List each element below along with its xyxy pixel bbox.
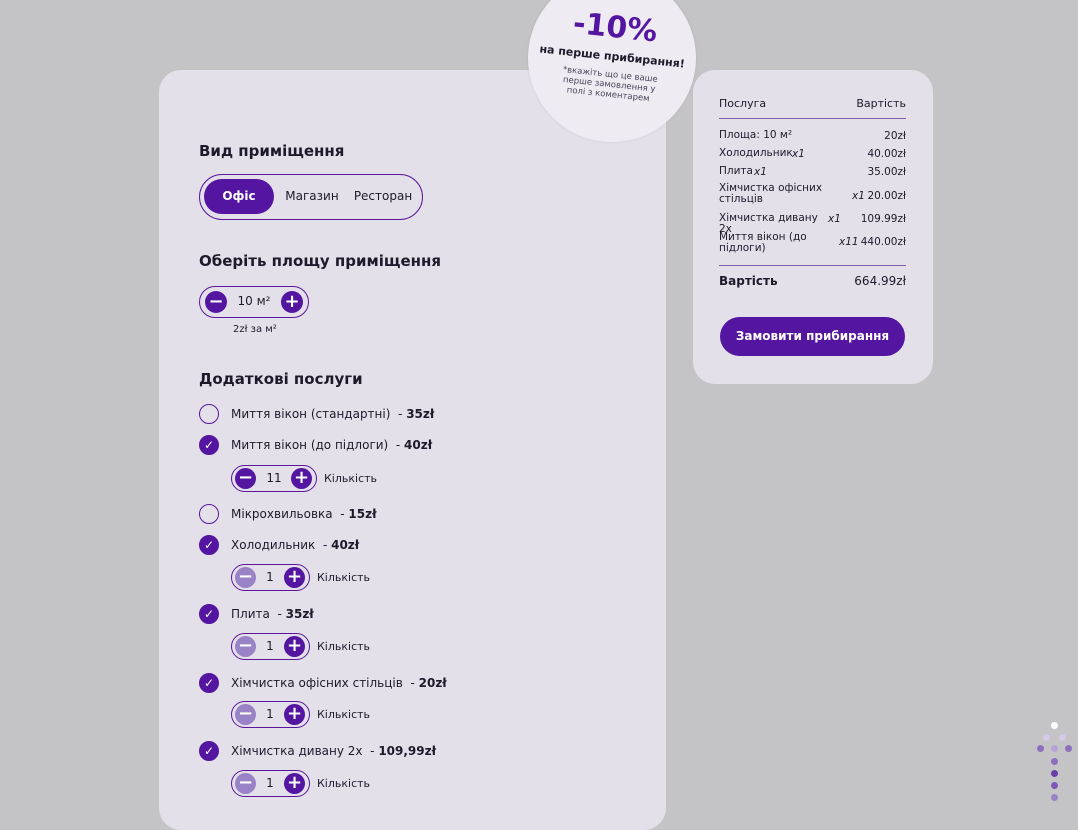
- qty-plus-button[interactable]: +: [284, 566, 305, 588]
- quantity-label: Кількість: [324, 472, 378, 485]
- extra-checkbox[interactable]: [199, 504, 219, 524]
- room-type-office[interactable]: Офіс: [204, 179, 274, 214]
- decorative-dots-icon: [1036, 718, 1074, 808]
- summary-row-name: Площа: 10 м²: [719, 129, 793, 141]
- summary-row-name: Миття вікон (до підлоги): [719, 231, 807, 254]
- area-price-note: 2zł за м²: [233, 324, 277, 335]
- extra-label: Миття вікон (до підлоги) - 40zł: [231, 438, 433, 452]
- extra-checkbox[interactable]: ✓: [199, 673, 219, 693]
- extra-label: Мікрохвильовка - 15zł: [231, 507, 377, 521]
- check-icon: ✓: [203, 438, 215, 452]
- check-icon: ✓: [203, 676, 215, 690]
- divider: [719, 118, 906, 119]
- summary-row-multiplier: x1: [828, 213, 841, 225]
- qty-minus-button[interactable]: −: [235, 703, 256, 725]
- extra-label: Хімчистка дивану 2х - 109,99zł: [231, 744, 437, 758]
- quantity-label: Кількість: [317, 571, 371, 584]
- quantity-label: Кількість: [317, 640, 371, 653]
- order-cleaning-button[interactable]: Замовити прибирання: [720, 317, 905, 356]
- quantity-stepper: − 1 +: [231, 701, 310, 728]
- divider: [719, 265, 906, 266]
- area-plus-button[interactable]: +: [281, 290, 303, 313]
- extra-checkbox[interactable]: ✓: [199, 535, 219, 555]
- summary-card: Послуга Вартість Площа: 10 м² 20zł Холод…: [693, 70, 933, 384]
- check-icon: ✓: [203, 607, 215, 621]
- extra-label: Холодильник - 40zł: [231, 538, 360, 552]
- qty-value: 1: [266, 707, 274, 721]
- summary-row-multiplier: x1: [792, 148, 805, 160]
- calculator-card: Вид приміщення Офіс Магазин Ресторан Обе…: [159, 70, 666, 830]
- area-stepper: − 10 м² +: [199, 286, 309, 318]
- summary-row-name: Плита: [719, 165, 753, 177]
- summary-row-price: 20.00zł: [867, 190, 906, 202]
- qty-value: 1: [266, 570, 274, 584]
- qty-plus-button[interactable]: +: [284, 635, 305, 657]
- check-icon: ✓: [203, 538, 215, 552]
- extra-label: Хімчистка офісних стільців - 20zł: [231, 676, 447, 690]
- room-type-selector: Офіс Магазин Ресторан: [199, 174, 423, 220]
- qty-value: 1: [266, 776, 274, 790]
- quantity-stepper: − 1 +: [231, 633, 310, 660]
- summary-row-price: 109.99zł: [860, 213, 906, 225]
- quantity-label: Кількість: [317, 777, 371, 790]
- qty-value: 1: [266, 639, 274, 653]
- total-value: 664.99zł: [854, 274, 906, 288]
- extra-checkbox[interactable]: ✓: [199, 741, 219, 761]
- room-type-title: Вид приміщення: [199, 142, 345, 160]
- room-type-shop[interactable]: Магазин: [278, 179, 346, 214]
- qty-minus-button[interactable]: −: [235, 772, 256, 794]
- qty-plus-button[interactable]: +: [284, 703, 305, 725]
- extras-title: Додаткові послуги: [199, 370, 363, 388]
- summary-row-multiplier: x1: [852, 190, 865, 202]
- summary-service-header: Послуга: [719, 97, 767, 110]
- discount-note: *вкажіть що це ваше перше замовлення у п…: [562, 64, 659, 105]
- qty-plus-button[interactable]: +: [284, 772, 305, 794]
- area-title: Оберіть площу приміщення: [199, 252, 442, 270]
- area-value: 10 м²: [237, 294, 271, 308]
- summary-row-name: Хімчистка офісних стільців: [719, 182, 823, 205]
- summary-row-multiplier: x11: [839, 236, 859, 248]
- qty-plus-button[interactable]: +: [291, 467, 312, 489]
- qty-minus-button[interactable]: −: [235, 566, 256, 588]
- total-label: Вартість: [719, 274, 778, 288]
- quantity-stepper: − 11 +: [231, 465, 317, 492]
- extra-label: Плита - 35zł: [231, 607, 314, 621]
- extra-checkbox[interactable]: ✓: [199, 604, 219, 624]
- extra-checkbox[interactable]: ✓: [199, 435, 219, 455]
- area-minus-button[interactable]: −: [205, 290, 227, 313]
- summary-row-price: 20zł: [884, 130, 906, 142]
- extra-checkbox[interactable]: [199, 404, 219, 424]
- qty-value: 11: [266, 471, 282, 485]
- quantity-stepper: − 1 +: [231, 564, 310, 591]
- summary-row-price: 40.00zł: [867, 148, 906, 160]
- room-type-restaurant[interactable]: Ресторан: [348, 179, 418, 214]
- check-icon: ✓: [203, 744, 215, 758]
- qty-minus-button[interactable]: −: [235, 467, 256, 489]
- extra-label: Миття вікон (стандартні) - 35zł: [231, 407, 435, 421]
- summary-row-price: 440.00zł: [860, 236, 906, 248]
- qty-minus-button[interactable]: −: [235, 635, 256, 657]
- quantity-stepper: − 1 +: [231, 770, 310, 797]
- summary-row-multiplier: x1: [754, 166, 767, 178]
- summary-cost-header: Вартість: [856, 97, 906, 110]
- summary-row-price: 35.00zł: [867, 166, 906, 178]
- quantity-label: Кількість: [317, 708, 371, 721]
